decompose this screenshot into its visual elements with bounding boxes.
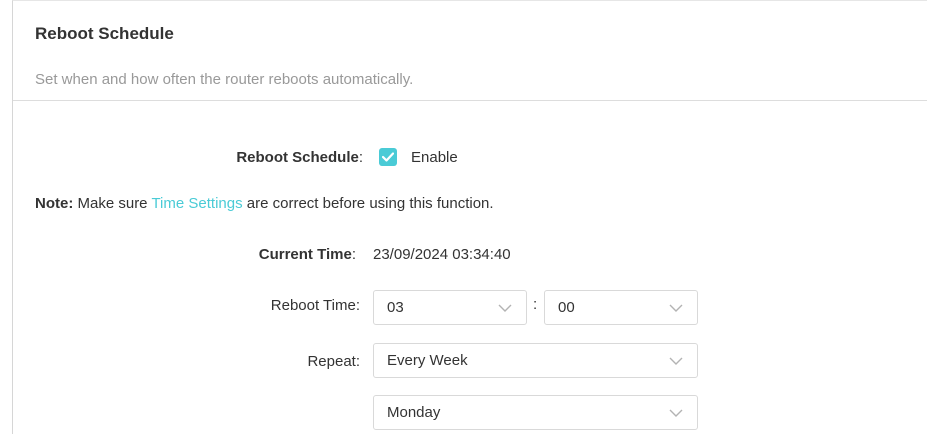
- reboot-time-label: Reboot Time:: [270, 297, 360, 314]
- current-time-label: Current Time:: [259, 246, 356, 263]
- repeat-day-value: Monday: [387, 404, 441, 421]
- reboot-minute-value: 00: [558, 299, 575, 316]
- reboot-minute-select[interactable]: 00: [544, 290, 698, 325]
- reboot-schedule-label-text: Reboot Schedule: [236, 149, 359, 166]
- enable-checkbox[interactable]: [379, 148, 397, 166]
- repeat-frequency-value: Every Week: [387, 352, 468, 369]
- chevron-down-icon: [498, 304, 512, 312]
- chevron-down-icon: [669, 357, 683, 365]
- time-settings-link[interactable]: Time Settings: [151, 195, 242, 212]
- section-description: Set when and how often the router reboot…: [35, 71, 414, 88]
- section-title: Reboot Schedule: [35, 24, 174, 43]
- repeat-day-select[interactable]: Monday: [373, 395, 698, 430]
- section-divider: [13, 100, 927, 101]
- check-icon: [382, 152, 394, 162]
- note-text: Note: Make sure Time Settings are correc…: [35, 195, 494, 212]
- time-separator: :: [533, 296, 538, 313]
- reboot-schedule-label-colon: :: [358, 149, 363, 166]
- current-time-label-colon: :: [351, 246, 356, 263]
- current-time-label-text: Current Time: [258, 246, 352, 263]
- reboot-hour-select[interactable]: 03: [373, 290, 527, 325]
- chevron-down-icon: [669, 304, 683, 312]
- reboot-schedule-label: Reboot Schedule:: [236, 149, 363, 166]
- reboot-hour-value: 03: [387, 299, 404, 316]
- current-time-value: 23/09/2024 03:34:40: [373, 246, 511, 263]
- enable-label[interactable]: Enable: [411, 149, 458, 166]
- repeat-label: Repeat:: [307, 353, 360, 370]
- chevron-down-icon: [669, 409, 683, 417]
- note-text-before: Make sure: [77, 195, 152, 212]
- repeat-frequency-select[interactable]: Every Week: [373, 343, 698, 378]
- note-text-after: are correct before using this function.: [242, 195, 494, 212]
- note-prefix: Note:: [35, 195, 74, 212]
